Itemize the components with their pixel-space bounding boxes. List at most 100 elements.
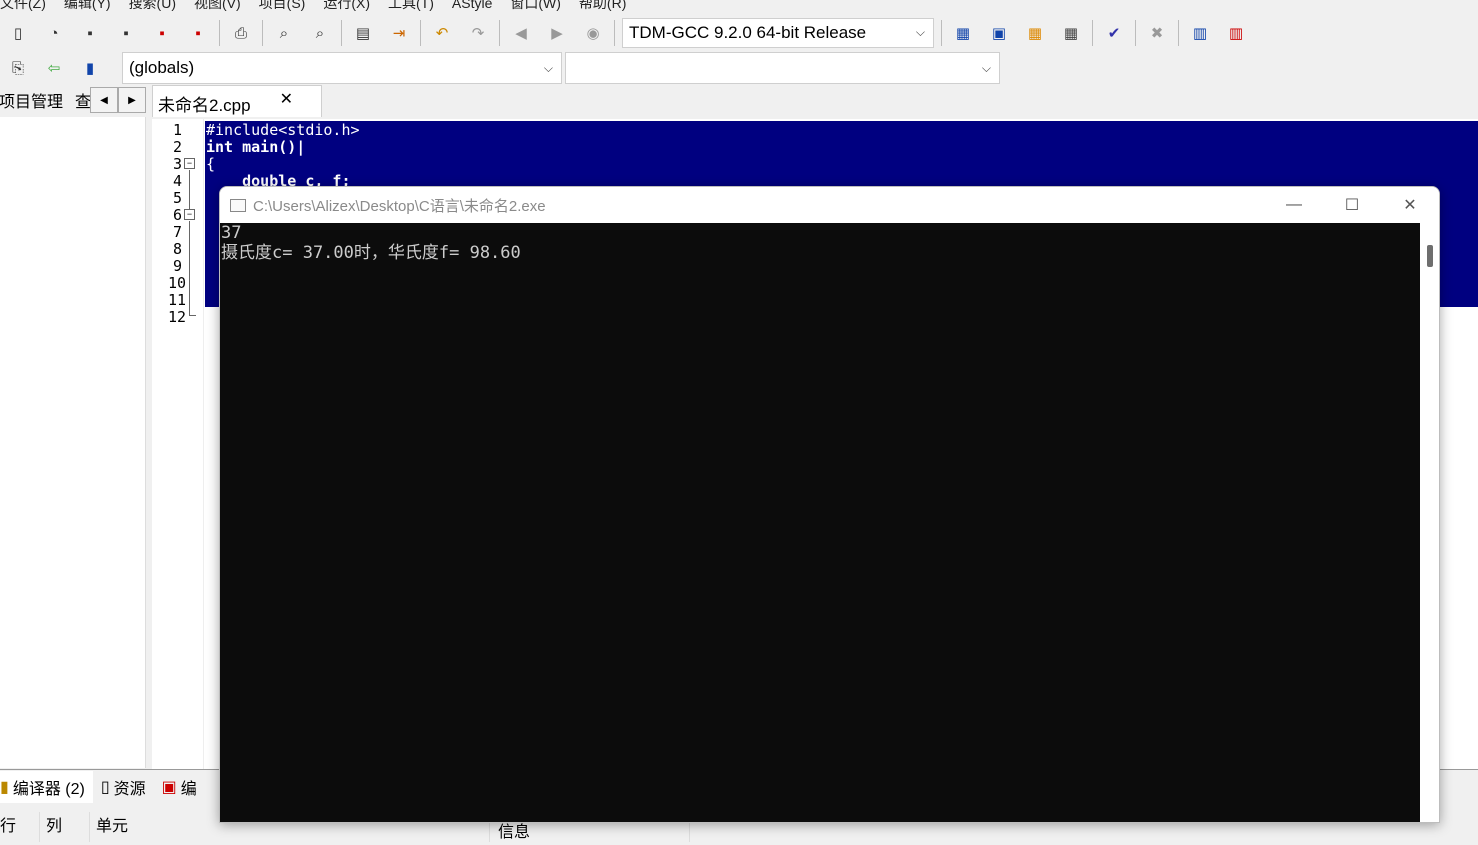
tab-compile-log[interactable]: ▣ 编 [154, 775, 205, 799]
minimize-icon[interactable]: — [1265, 187, 1323, 223]
save-all-icon[interactable]: ▪ [108, 16, 144, 50]
menu-search[interactable]: 搜索(U) [120, 0, 185, 13]
separator [1135, 20, 1136, 46]
line-number: 3 [172, 155, 182, 173]
separator [420, 20, 421, 46]
indent-icon[interactable]: ⇥ [381, 16, 417, 50]
project-tree[interactable] [0, 117, 146, 768]
tab-compiler-label: 编译器 (2) [12, 781, 85, 798]
undo-icon[interactable]: ↶ [424, 16, 460, 50]
insert-icon[interactable]: ⇦ [36, 51, 72, 85]
scrollbar-thumb[interactable] [1427, 245, 1433, 267]
menu-help[interactable]: 帮助(R) [570, 0, 635, 13]
member-select[interactable]: ⌵ [565, 52, 1000, 84]
compiler-select[interactable]: TDM-GCC 9.2.0 64-bit Release ⌵ [622, 18, 934, 48]
console-scrollbar[interactable] [1420, 223, 1439, 822]
fold-toggle-icon[interactable]: − [184, 209, 195, 220]
tab-compile-log-label: 编 [180, 781, 197, 798]
toggle-comment-icon[interactable]: ▤ [345, 16, 381, 50]
chevron-down-icon: ⌵ [981, 61, 991, 75]
tab-project-manager[interactable]: 项目管理 [0, 88, 63, 112]
new-project-icon[interactable]: ⎘ [0, 51, 36, 85]
new-file-icon[interactable]: ▯ [0, 16, 36, 50]
line-number: 4 [172, 172, 182, 190]
stop-icon[interactable]: ✖ [1139, 16, 1175, 50]
open-file-icon[interactable]: ◔ [36, 16, 72, 50]
tab-resources[interactable]: ▯ 资源 [93, 775, 154, 799]
console-output[interactable]: 37 摄氏度c= 37.00时，华氏度f= 98.60 [220, 223, 1420, 822]
redo-icon[interactable]: ↷ [460, 16, 496, 50]
tab-class-view[interactable]: 查 [75, 88, 91, 112]
menu-project[interactable]: 项目(S) [250, 0, 315, 13]
separator [941, 20, 942, 46]
menu-bar: 文件(Z) 编辑(Y) 搜索(U) 视图(V) 项目(S) 运行(X) 工具(T… [0, 0, 1478, 13]
close-icon[interactable]: ✕ [280, 89, 293, 109]
compile-icon[interactable]: ▦ [945, 16, 981, 50]
line-number: 1 [172, 121, 182, 139]
forward-icon[interactable]: ▶ [539, 16, 575, 50]
column-col[interactable]: 列 [40, 812, 90, 842]
back-icon[interactable]: ◀ [503, 16, 539, 50]
profile-icon[interactable]: ▥ [1182, 16, 1218, 50]
save-icon[interactable]: ▪ [72, 16, 108, 50]
maximize-icon[interactable]: ☐ [1323, 187, 1381, 223]
print-icon[interactable]: ⎙ [223, 16, 259, 50]
close-all-icon[interactable]: ▪ [180, 16, 216, 50]
menu-file[interactable]: 文件(Z) [0, 0, 55, 13]
chevron-down-icon: ⌵ [915, 25, 925, 39]
fold-toggle-icon[interactable]: − [184, 158, 195, 169]
delete-profile-icon[interactable]: ▥ [1218, 16, 1254, 50]
console-line: 37 [221, 223, 242, 243]
bookmark-icon[interactable]: ◉ [575, 16, 611, 50]
line-number: 7 [172, 223, 182, 241]
console-title: C:\Users\Alizex\Desktop\C语言\未命名2.exe [253, 197, 546, 215]
compile-run-icon[interactable]: ▦ [1017, 16, 1053, 50]
find-icon[interactable]: ⌕ [266, 16, 302, 50]
project-panel: 项目管理 查 ◀ ▶ [0, 85, 150, 768]
scope-value: (globals) [129, 58, 195, 77]
secondary-toolbar: ⎘ ⇦ ▮ (globals) ⌵ ⌵ [0, 51, 1000, 85]
resource-icon: ▯ [100, 779, 110, 796]
compiler-value: TDM-GCC 9.2.0 64-bit Release [629, 23, 867, 42]
line-number: 2 [172, 138, 182, 156]
line-number: 9 [172, 257, 182, 275]
main-toolbar: ▯ ◔ ▪ ▪ ▪ ▪ ⎙ ⌕ ⌕ ▤ ⇥ ↶ ↷ ◀ ▶ ◉ TDM-GCC … [0, 15, 1322, 51]
compile-log-icon: ▣ [161, 779, 177, 796]
column-row[interactable]: 行 [0, 812, 40, 842]
menu-edit[interactable]: 编辑(Y) [55, 0, 120, 13]
tab-scroll-left-icon[interactable]: ◀ [90, 87, 118, 113]
line-number-gutter: 1 2 3 4 5 6 7 8 9 10 11 12 − − [152, 119, 204, 769]
line-number: 12 [168, 308, 187, 326]
scope-select[interactable]: (globals) ⌵ [122, 52, 562, 84]
fold-line [189, 221, 190, 315]
separator [262, 20, 263, 46]
separator [614, 20, 615, 46]
replace-icon[interactable]: ⌕ [302, 16, 338, 50]
rebuild-icon[interactable]: ▦ [1053, 16, 1089, 50]
menu-view[interactable]: 视图(V) [185, 0, 250, 13]
console-app-icon [230, 198, 246, 212]
fold-line [189, 170, 190, 209]
console-titlebar[interactable]: C:\Users\Alizex\Desktop\C语言\未命名2.exe — ☐… [220, 187, 1439, 223]
code-line: #include<stdio.h> [206, 121, 360, 139]
fold-end [189, 315, 196, 316]
close-icon[interactable]: ✕ [1381, 187, 1439, 223]
run-icon[interactable]: ▣ [981, 16, 1017, 50]
close-file-icon[interactable]: ▪ [144, 16, 180, 50]
menu-run[interactable]: 运行(X) [314, 0, 379, 13]
separator [499, 20, 500, 46]
console-line: 摄氏度c= 37.00时，华氏度f= 98.60 [221, 243, 521, 263]
tab-compiler[interactable]: ▮ 编译器 (2) [0, 771, 93, 803]
menu-astyle[interactable]: AStyle [443, 0, 501, 13]
class-browser-icon[interactable]: ▮ [72, 51, 108, 85]
tab-scroll-right-icon[interactable]: ▶ [118, 87, 146, 113]
syntax-check-icon[interactable]: ✔ [1096, 16, 1132, 50]
line-number: 8 [172, 240, 182, 258]
menu-tools[interactable]: 工具(T) [379, 0, 443, 13]
console-window[interactable]: C:\Users\Alizex\Desktop\C语言\未命名2.exe — ☐… [219, 186, 1440, 823]
ide-window: 文件(Z) 编辑(Y) 搜索(U) 视图(V) 项目(S) 运行(X) 工具(T… [0, 0, 1478, 845]
editor-tab-title: 未命名2.cpp [158, 96, 251, 115]
compiler-icon: ▮ [0, 779, 9, 796]
menu-window[interactable]: 窗口(W) [501, 0, 570, 13]
tab-editor-file[interactable]: 未命名2.cpp ✕ [152, 85, 322, 117]
